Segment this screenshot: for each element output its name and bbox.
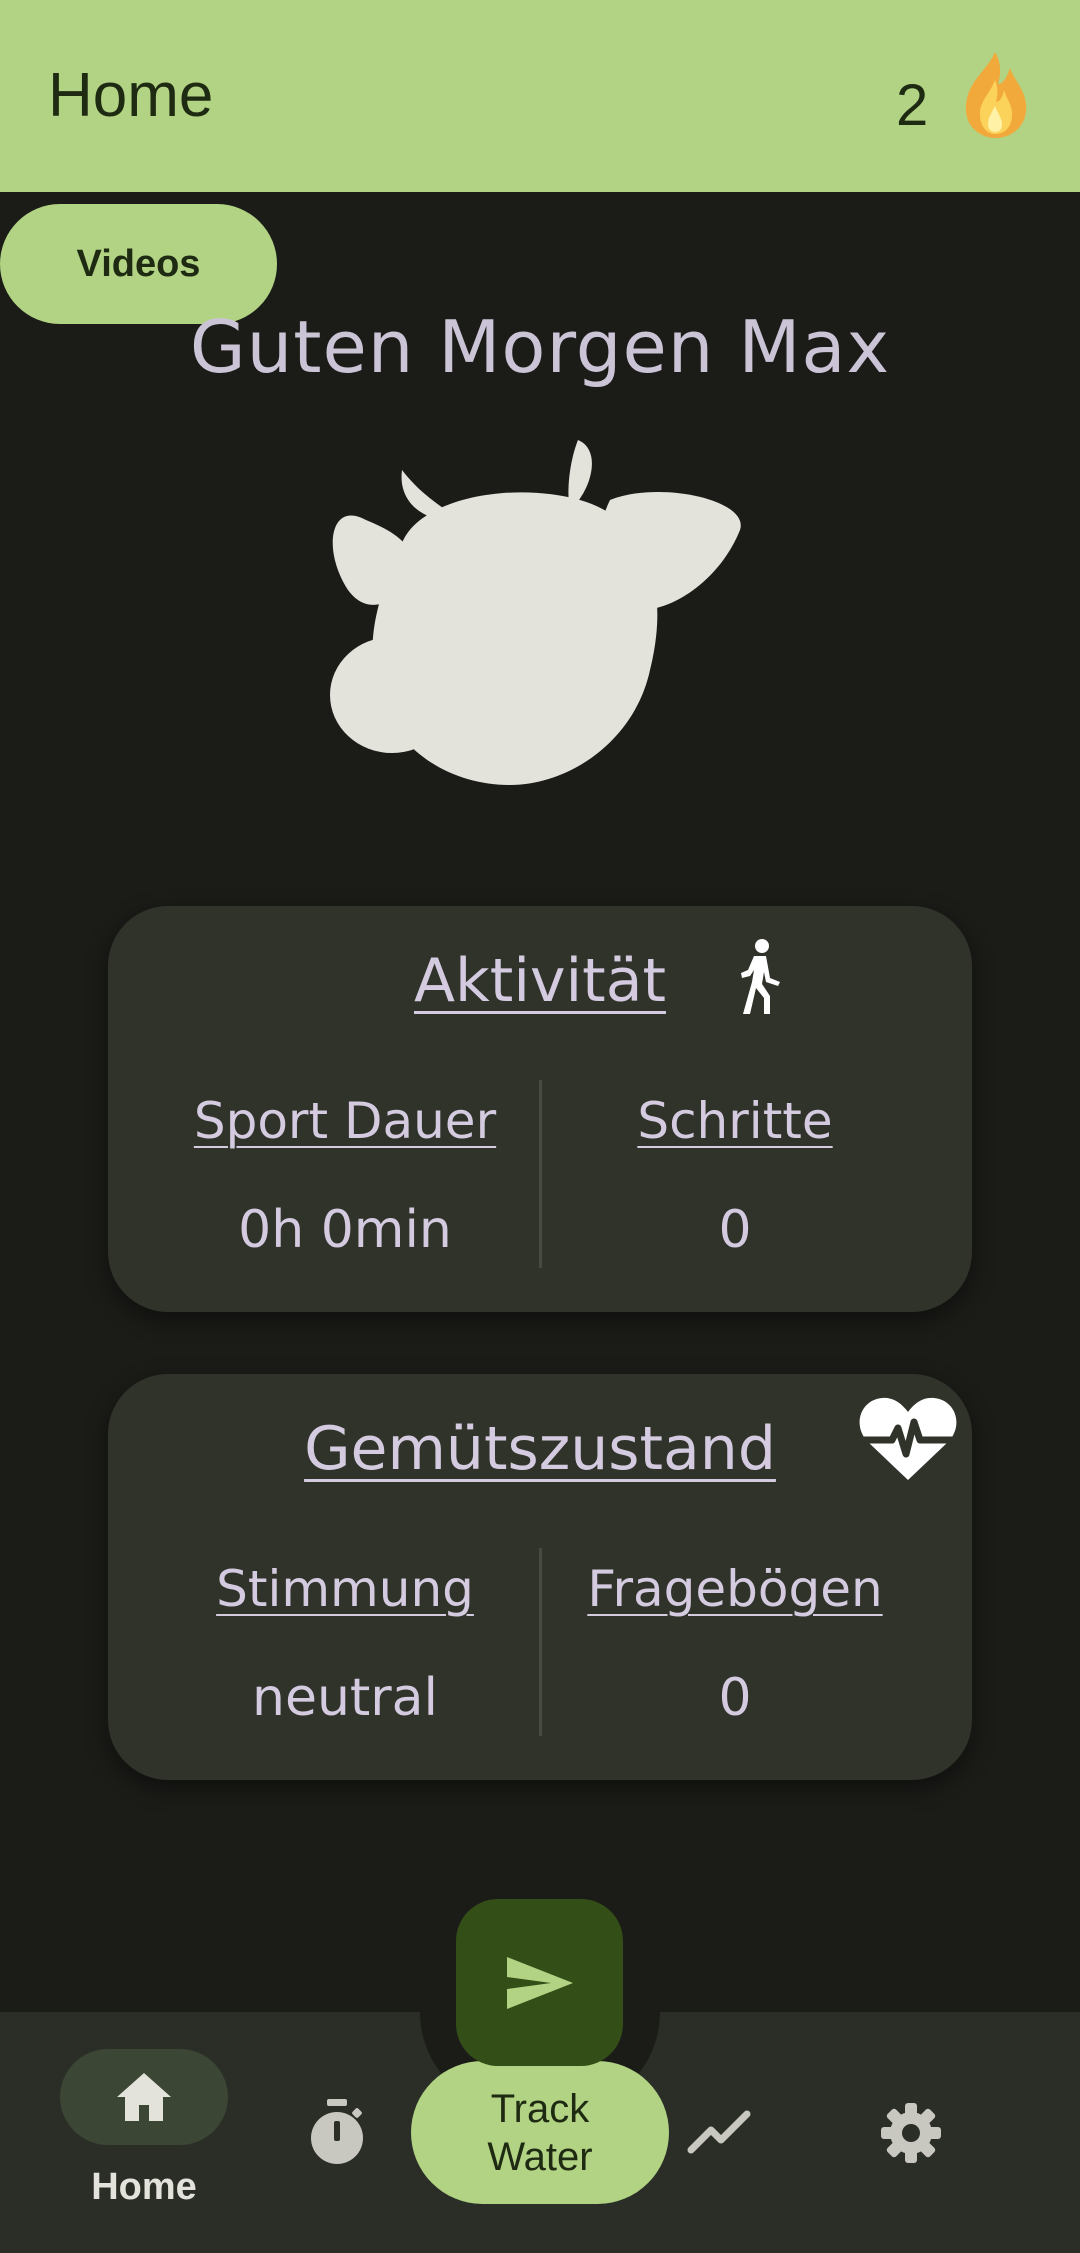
nav-item-timer[interactable] xyxy=(302,2094,372,2170)
mood-value: neutral xyxy=(252,1668,438,1728)
steps-label: Schritte xyxy=(637,1092,833,1150)
nav-item-statistics[interactable] xyxy=(686,2104,752,2160)
nav-item-home[interactable] xyxy=(60,2049,228,2145)
activity-card-title: Aktivität xyxy=(414,946,666,1016)
sport-duration-value: 0h 0min xyxy=(238,1200,452,1260)
streak-count: 2 xyxy=(896,73,929,138)
stopwatch-icon xyxy=(311,2099,363,2164)
steps-value: 0 xyxy=(718,1200,752,1260)
track-water-line1: Track xyxy=(490,2086,590,2131)
questionnaires-value: 0 xyxy=(718,1668,752,1728)
flame-icon xyxy=(965,52,1027,138)
walking-person-icon xyxy=(741,939,780,1014)
mood-label: Stimmung xyxy=(216,1560,474,1618)
nav-home-label[interactable]: Home xyxy=(60,2166,228,2209)
sport-duration-label: Sport Dauer xyxy=(193,1092,497,1150)
heartbeat-icon xyxy=(859,1397,957,1480)
nav-item-settings[interactable] xyxy=(876,2098,946,2168)
track-water-button[interactable]: Track Water xyxy=(411,2061,669,2204)
activity-card[interactable]: Aktivität Sport Dauer 0h 0min Schritte 0 xyxy=(108,906,972,1312)
mood-card[interactable]: Gemütszustand Stimmung neutral Frageböge… xyxy=(108,1374,972,1780)
page-title: Home xyxy=(48,61,214,130)
cow-icon xyxy=(330,440,741,785)
top-app-bar: Home 2 xyxy=(0,0,1080,192)
trending-icon xyxy=(687,2110,751,2154)
greeting-title: Guten Morgen Max xyxy=(189,305,891,389)
send-icon xyxy=(506,1956,573,2009)
home-icon xyxy=(117,2073,171,2121)
mood-card-title: Gemütszustand xyxy=(304,1414,776,1484)
track-water-line2: Water xyxy=(487,2134,593,2179)
questionnaires-label: Fragebögen xyxy=(587,1560,883,1618)
gear-icon xyxy=(881,2103,941,2163)
send-fab-button[interactable] xyxy=(456,1899,623,2066)
